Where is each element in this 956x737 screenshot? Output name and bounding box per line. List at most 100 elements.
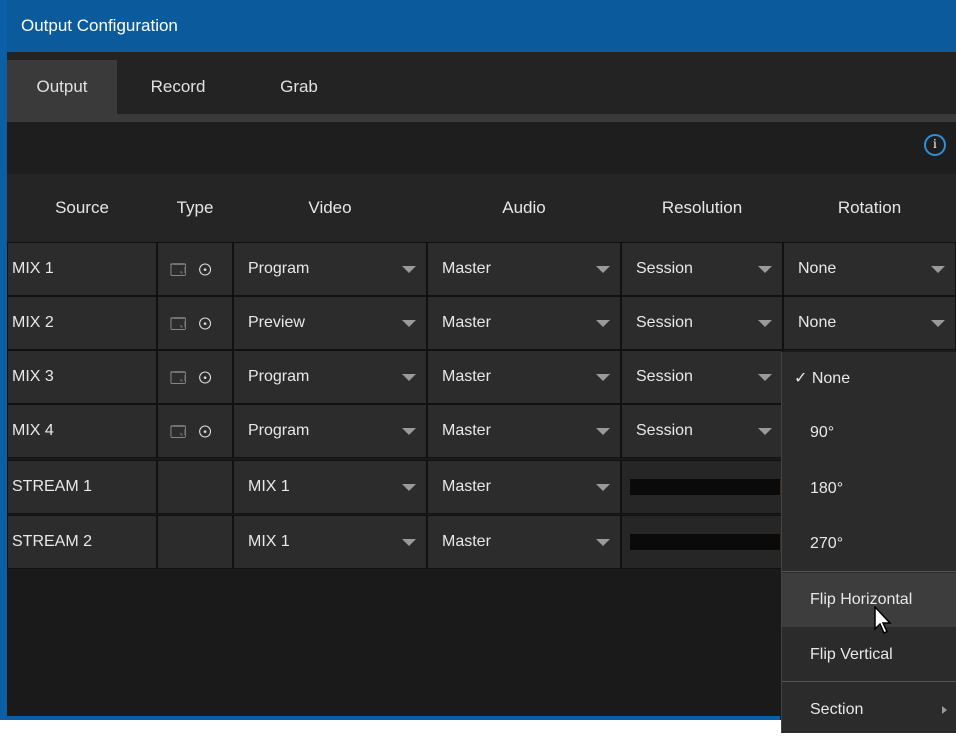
chevron-down-icon — [758, 266, 772, 273]
audio-value: Master — [442, 314, 491, 331]
table-header: Source Type Video Audio Resolution Rotat… — [7, 174, 956, 242]
level-meter-cell — [621, 460, 783, 514]
video-value: Preview — [248, 314, 305, 331]
video-dropdown[interactable]: Program — [233, 242, 427, 296]
source-label: MIX 2 — [12, 314, 54, 331]
source-label: STREAM 1 — [12, 478, 93, 495]
menu-item-flip-horizontal[interactable]: Flip Horizontal — [782, 573, 956, 627]
menu-item-section[interactable]: Section — [782, 683, 956, 737]
chevron-down-icon — [758, 374, 772, 381]
chevron-down-icon — [758, 320, 772, 327]
resolution-value: Session — [636, 314, 693, 331]
resolution-dropdown[interactable]: Session — [621, 404, 783, 458]
menu-item-label: Flip Vertical — [810, 646, 893, 663]
source-label: MIX 3 — [12, 368, 54, 385]
resolution-dropdown[interactable]: Session — [621, 350, 783, 404]
video-value: Program — [248, 422, 310, 439]
chevron-down-icon — [931, 320, 945, 327]
tab-underline — [7, 114, 956, 122]
menu-item-270[interactable]: 270° — [782, 517, 956, 571]
menu-item-label: 180° — [810, 480, 844, 497]
level-meter-cell — [621, 515, 783, 569]
audio-level-meter — [630, 479, 782, 495]
source-label: MIX 4 — [12, 422, 54, 439]
chevron-down-icon — [596, 539, 610, 546]
title-bar: Output Configuration — [0, 0, 956, 52]
chevron-down-icon — [596, 320, 610, 327]
source-label: STREAM 2 — [12, 533, 93, 550]
menu-item-label: 270° — [810, 535, 844, 552]
chevron-down-icon — [596, 428, 610, 435]
chevron-down-icon — [596, 484, 610, 491]
audio-value: Master — [442, 368, 491, 385]
rotation-value: None — [798, 260, 837, 277]
info-icon[interactable]: i — [924, 134, 946, 156]
table-row: MIX 1 🗔 ⊙ Program Master Session None — [7, 242, 956, 296]
audio-value: Master — [442, 533, 491, 550]
audio-dropdown[interactable]: Master — [427, 296, 621, 350]
audio-value: Master — [442, 260, 491, 277]
resolution-value: Session — [636, 422, 693, 439]
audio-dropdown[interactable]: Master — [427, 242, 621, 296]
chevron-down-icon — [596, 266, 610, 273]
tab-record[interactable]: Record — [117, 60, 239, 114]
monitor-and-disc-icons: 🗔 ⊙ — [170, 316, 216, 333]
chevron-down-icon — [402, 428, 416, 435]
menu-item-label: Section — [810, 701, 864, 718]
video-dropdown[interactable]: Program — [233, 350, 427, 404]
header-source: Source — [55, 198, 109, 217]
audio-value: Master — [442, 478, 491, 495]
table-row: MIX 2 🗔 ⊙ Preview Master Session None — [7, 296, 956, 350]
monitor-and-disc-icons: 🗔 ⊙ — [170, 424, 216, 441]
menu-item-none[interactable]: ✓ None — [782, 352, 956, 406]
video-dropdown[interactable]: Preview — [233, 296, 427, 350]
type-cell: 🗔 ⊙ — [157, 404, 233, 458]
header-rotation: Rotation — [837, 198, 902, 217]
window-frame-left — [0, 52, 7, 720]
menu-item-90[interactable]: 90° — [782, 406, 956, 460]
tab-output[interactable]: Output — [7, 60, 117, 114]
tab-grab[interactable]: Grab — [239, 60, 359, 114]
rotation-dropdown[interactable]: None — [783, 296, 956, 350]
video-value: Program — [248, 260, 310, 277]
source-label: MIX 1 — [12, 260, 54, 277]
monitor-and-disc-icons: 🗔 ⊙ — [170, 262, 216, 279]
source-cell: MIX 2 — [7, 296, 157, 350]
video-dropdown[interactable]: MIX 1 — [233, 460, 427, 514]
menu-item-180[interactable]: 180° — [782, 462, 956, 516]
monitor-and-disc-icons: 🗔 ⊙ — [170, 370, 216, 387]
source-cell: STREAM 2 — [7, 515, 157, 569]
audio-dropdown[interactable]: Master — [427, 515, 621, 569]
resolution-dropdown[interactable]: Session — [621, 242, 783, 296]
header-video: Video — [308, 198, 352, 217]
tab-bar: Output Record Grab — [7, 52, 956, 114]
video-dropdown[interactable]: MIX 1 — [233, 515, 427, 569]
audio-value: Master — [442, 422, 491, 439]
audio-dropdown[interactable]: Master — [427, 404, 621, 458]
video-value: MIX 1 — [248, 533, 290, 550]
header-resolution: Resolution — [661, 198, 743, 217]
resolution-dropdown[interactable]: Session — [621, 296, 783, 350]
submenu-arrow-icon — [942, 706, 947, 714]
video-dropdown[interactable]: Program — [233, 404, 427, 458]
source-cell: MIX 1 — [7, 242, 157, 296]
header-type: Type — [176, 198, 214, 217]
rotation-dropdown[interactable]: None — [783, 242, 956, 296]
resolution-value: Session — [636, 368, 693, 385]
rotation-value: None — [798, 314, 837, 331]
mouse-pointer-icon — [874, 606, 892, 635]
audio-dropdown[interactable]: Master — [427, 350, 621, 404]
menu-item-flip-vertical[interactable]: Flip Vertical — [782, 628, 956, 682]
chevron-down-icon — [596, 374, 610, 381]
menu-item-label: 90° — [810, 424, 835, 441]
type-cell — [157, 515, 233, 569]
resolution-value: Session — [636, 260, 693, 277]
source-cell: MIX 3 — [7, 350, 157, 404]
audio-level-meter — [630, 534, 782, 550]
audio-dropdown[interactable]: Master — [427, 460, 621, 514]
source-cell: STREAM 1 — [7, 460, 157, 514]
video-value: MIX 1 — [248, 478, 290, 495]
window-frame-bottom — [0, 716, 780, 720]
type-cell: 🗔 ⊙ — [157, 350, 233, 404]
chevron-down-icon — [402, 266, 416, 273]
